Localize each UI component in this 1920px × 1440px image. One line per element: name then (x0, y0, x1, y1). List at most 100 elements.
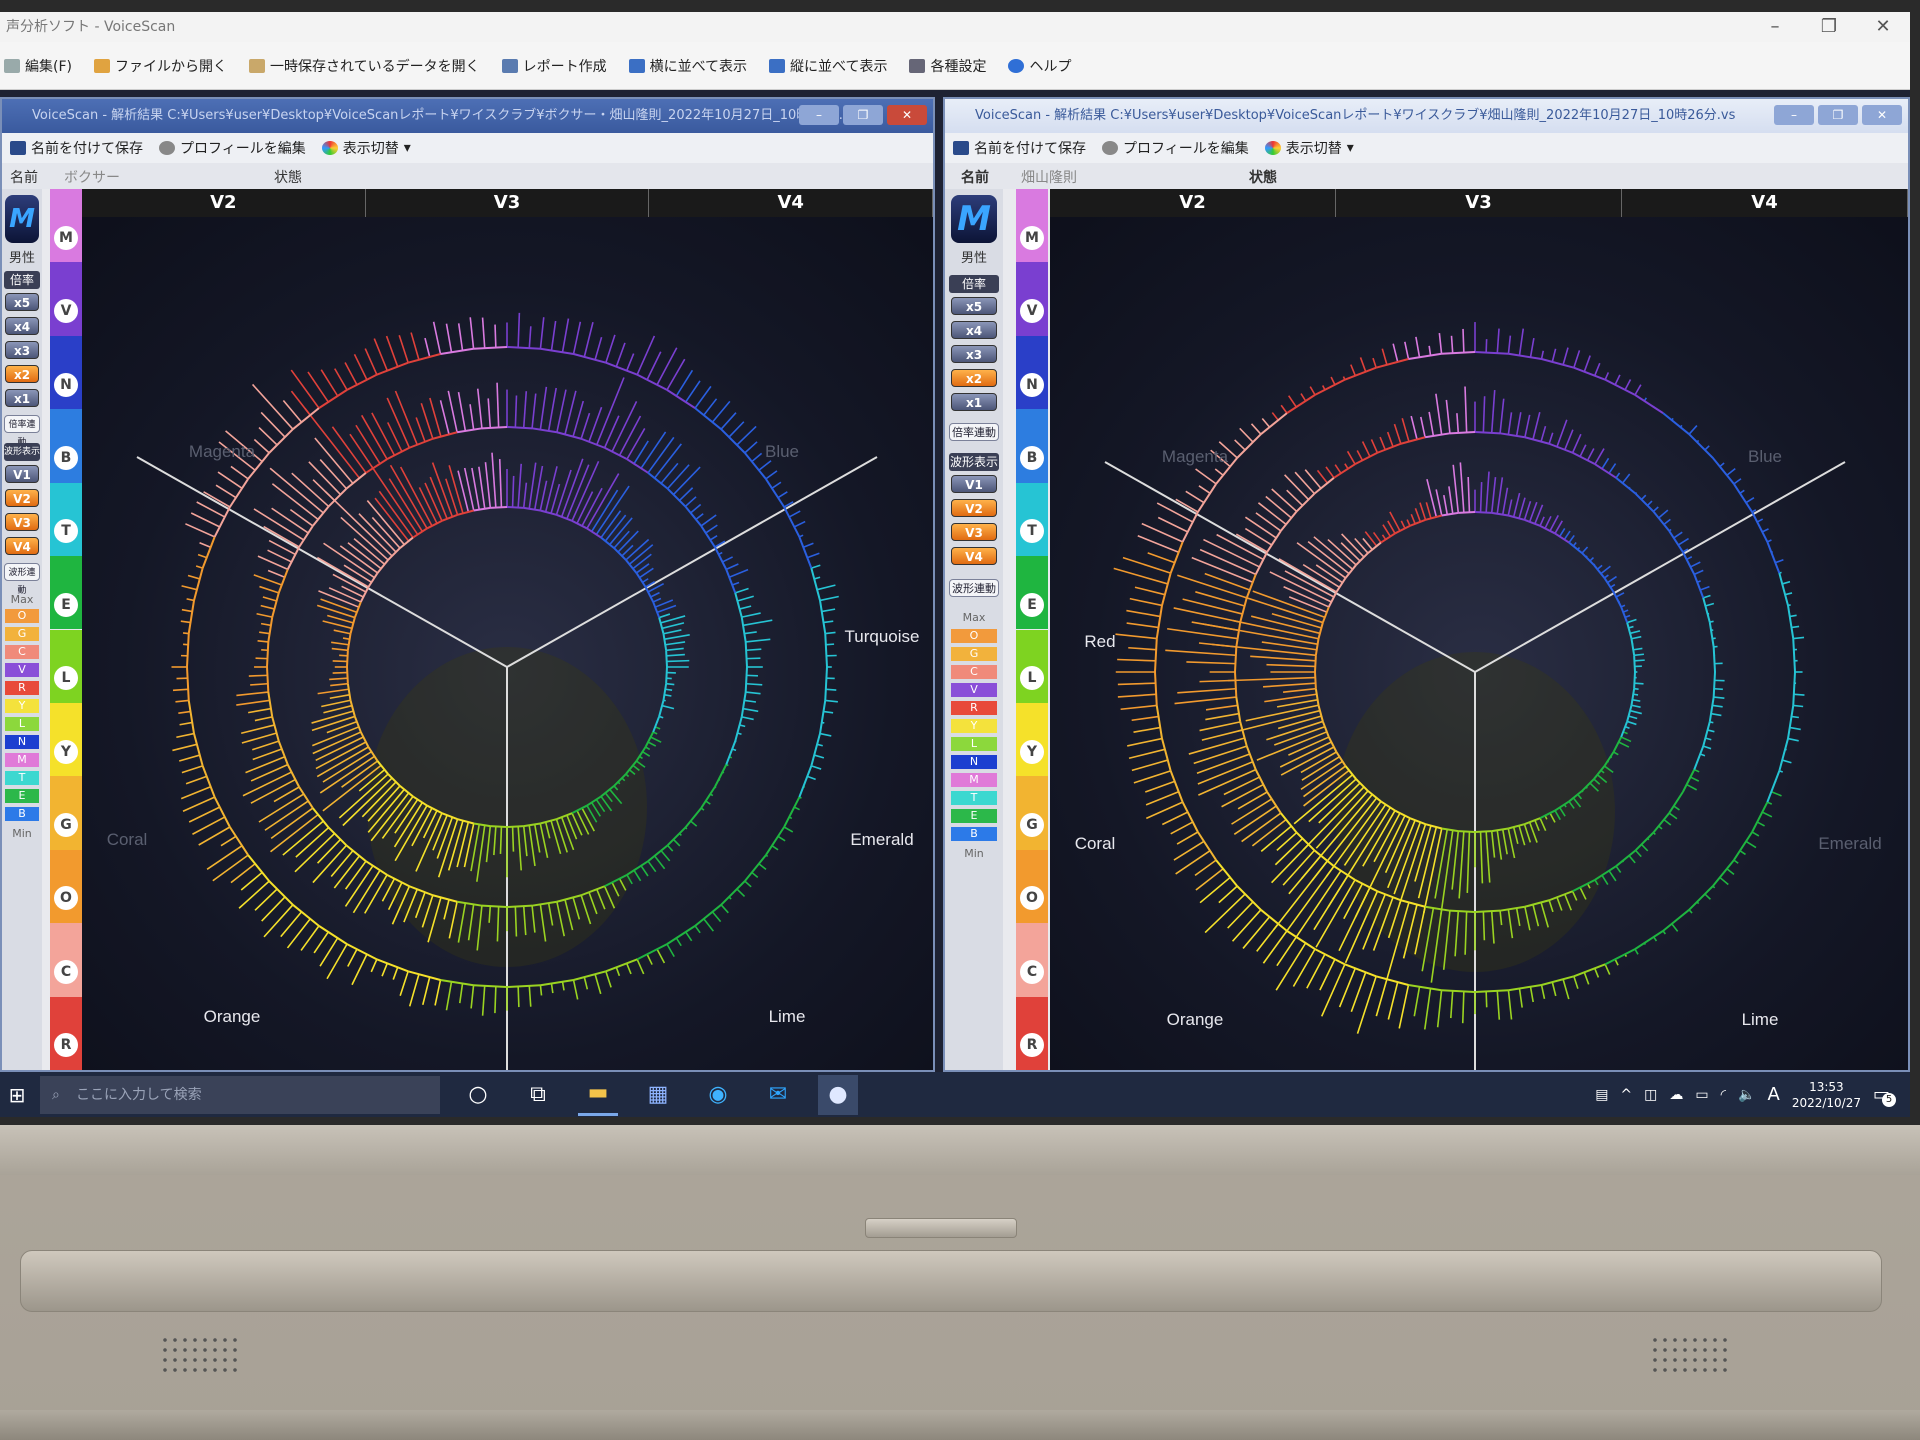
meet-icon[interactable]: ◫ (1644, 1087, 1657, 1103)
maximize-button[interactable]: ❐ (1802, 12, 1856, 42)
color-strip-y[interactable]: Y (50, 702, 82, 777)
magnification-x2[interactable]: x2 (5, 365, 39, 383)
mail-icon[interactable]: ✉ (758, 1075, 798, 1115)
color-strip-b[interactable]: B (50, 409, 82, 483)
edit-profile-button[interactable]: プロフィールを編集 (159, 138, 306, 158)
color-strip-e[interactable]: E (1016, 556, 1048, 630)
color-strip-b[interactable]: B (1016, 409, 1048, 483)
maximize-button[interactable]: ❐ (1818, 105, 1858, 125)
color-strip-v[interactable]: V (50, 262, 82, 336)
magnification-x1[interactable]: x1 (951, 393, 997, 411)
color-strip-v[interactable]: V (1016, 262, 1048, 336)
color-strip-c[interactable]: C (50, 923, 82, 997)
task-view-icon[interactable]: ⧉ (518, 1075, 558, 1115)
spectrum-spike (410, 332, 420, 360)
menu-tile-horizontal[interactable]: 横に並べて表示 (628, 56, 747, 76)
color-strip-g[interactable]: G (50, 776, 82, 850)
ime-indicator[interactable]: A (1767, 1084, 1779, 1105)
color-strip-o[interactable]: O (50, 849, 82, 924)
header-v4[interactable]: V4 (1622, 189, 1908, 217)
color-strip-t[interactable]: T (50, 482, 82, 557)
color-strip-r[interactable]: R (1016, 996, 1048, 1070)
waveform-v1[interactable]: V1 (5, 465, 39, 483)
ring-segment (1344, 366, 1377, 381)
color-strip-c[interactable]: C (1016, 923, 1048, 997)
minimize-button[interactable]: – (1748, 12, 1802, 42)
close-button[interactable]: ✕ (1856, 12, 1910, 42)
spectrum-spike (528, 462, 537, 509)
minimize-button[interactable]: – (799, 105, 839, 125)
color-strip-m[interactable]: M (50, 189, 82, 263)
color-strip-m[interactable]: M (1016, 189, 1048, 263)
magnification-link-button[interactable]: 倍率連動 (949, 423, 999, 441)
edit-profile-button[interactable]: プロフィールを編集 (1102, 138, 1249, 158)
battery-icon[interactable]: ▭ (1695, 1087, 1708, 1103)
magnification-link-button[interactable]: 倍率連動 (4, 415, 40, 448)
notification-icon[interactable]: ▭ 5 (1873, 1084, 1896, 1107)
header-v2[interactable]: V2 (82, 189, 366, 217)
close-button[interactable]: ✕ (1862, 105, 1902, 125)
waveform-v1[interactable]: V1 (951, 475, 997, 493)
voicescan-app-icon[interactable]: ● (818, 1074, 858, 1115)
waveform-v4[interactable]: V4 (951, 547, 997, 565)
color-strip-l[interactable]: L (1016, 629, 1048, 703)
wifi-icon[interactable]: ◜ (1721, 1087, 1726, 1103)
windows-start-icon[interactable]: ⊞ (0, 1083, 34, 1107)
menu-open-temp[interactable]: 一時保存されているデータを開く (248, 56, 480, 76)
color-strip-l[interactable]: L (50, 629, 82, 703)
taskbar-search-input[interactable]: ⌕ ここに入力して検索 (40, 1075, 440, 1114)
waveform-v2[interactable]: V2 (951, 499, 997, 517)
header-v3[interactable]: V3 (1336, 189, 1622, 217)
waveform-v3[interactable]: V3 (951, 523, 997, 541)
button-label: プロフィールを編集 (180, 141, 306, 157)
view-toggle-button[interactable]: 表示切替 ▾ (321, 138, 411, 158)
color-strip-y[interactable]: Y (1016, 702, 1048, 777)
minimize-button[interactable]: – (1774, 105, 1814, 125)
save-as-button[interactable]: 名前を付けて保存 (10, 138, 143, 158)
color-strip-t[interactable]: T (1016, 482, 1048, 557)
onedrive-cloud-icon[interactable]: ☁ (1669, 1087, 1683, 1103)
waveform-v3[interactable]: V3 (5, 513, 39, 531)
color-strip-o[interactable]: O (1016, 849, 1048, 924)
magnification-x3[interactable]: x3 (951, 345, 997, 363)
color-strip-g[interactable]: G (1016, 776, 1048, 850)
header-v3[interactable]: V3 (366, 189, 650, 217)
spectrum-spike (1690, 776, 1700, 782)
menu-edit[interactable]: 編集(F) (4, 56, 72, 76)
edge-browser-icon[interactable]: ◉ (698, 1075, 738, 1115)
chevron-up-icon[interactable]: ^ (1620, 1087, 1632, 1103)
color-strip-e[interactable]: E (50, 556, 82, 630)
magnification-x1[interactable]: x1 (5, 389, 39, 407)
menu-report[interactable]: レポート作成 (501, 56, 607, 76)
close-button[interactable]: ✕ (887, 105, 927, 125)
view-toggle-button[interactable]: 表示切替 ▾ (1264, 138, 1354, 158)
waveform-link-button[interactable]: 波形連動 (949, 579, 999, 597)
store-icon[interactable]: ▦ (638, 1075, 678, 1115)
clock[interactable]: 13:53 2022/10/27 (1792, 1079, 1861, 1111)
cortana-icon[interactable]: ○ (458, 1075, 498, 1115)
color-strip-n[interactable]: N (1016, 335, 1048, 410)
waveform-v2[interactable]: V2 (5, 489, 39, 507)
save-as-button[interactable]: 名前を付けて保存 (953, 138, 1086, 158)
menu-tile-vertical[interactable]: 縦に並べて表示 (769, 56, 887, 76)
color-strip-n[interactable]: N (50, 335, 82, 410)
magnification-x2[interactable]: x2 (951, 369, 997, 387)
file-explorer-icon[interactable]: ▬ (578, 1073, 618, 1116)
maximize-button[interactable]: ❐ (843, 105, 883, 125)
waveform-link-button[interactable]: 波形連動 (4, 563, 40, 596)
magnification-x4[interactable]: x4 (951, 321, 997, 339)
news-icon[interactable]: ▤ (1595, 1087, 1608, 1103)
magnification-x3[interactable]: x3 (5, 341, 39, 359)
menu-open-file[interactable]: ファイルから開く (93, 56, 227, 76)
menu-help[interactable]: ヘルプ (1008, 56, 1071, 76)
magnification-x5[interactable]: x5 (5, 293, 39, 311)
magnification-x5[interactable]: x5 (951, 297, 997, 315)
magnification-x4[interactable]: x4 (5, 317, 39, 335)
volume-icon[interactable]: 🔈 (1738, 1087, 1755, 1103)
header-v4[interactable]: V4 (649, 189, 933, 217)
spectrum-spike (481, 986, 486, 1016)
menu-settings[interactable]: 各種設定 (909, 56, 986, 76)
header-v2[interactable]: V2 (1050, 189, 1336, 217)
waveform-v4[interactable]: V4 (5, 537, 39, 555)
color-strip-r[interactable]: R (50, 996, 82, 1070)
